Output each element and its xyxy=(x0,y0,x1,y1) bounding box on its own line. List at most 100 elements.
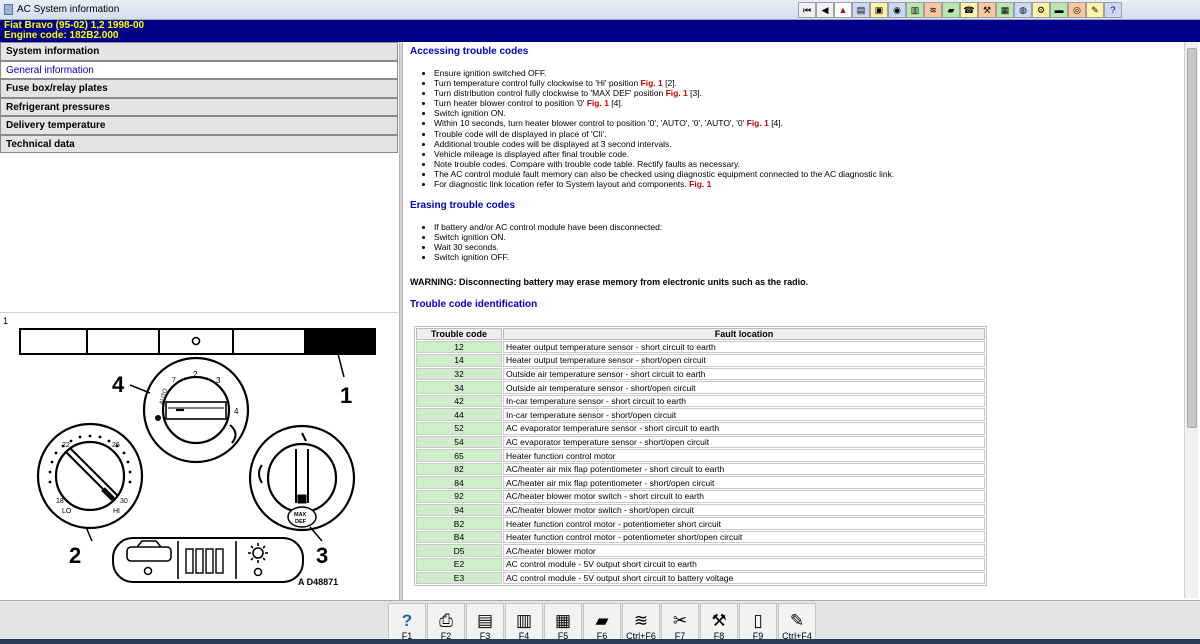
back-icon[interactable]: ◀ xyxy=(816,2,834,18)
erasing-steps-list: If battery and/or AC control module have… xyxy=(434,222,1178,262)
step-text: Within 10 seconds, turn heater blower co… xyxy=(434,118,747,129)
sidebar-item-technical-data[interactable]: Technical data xyxy=(0,134,398,153)
function-key-f1[interactable]: ? F1 xyxy=(388,603,426,643)
function-key-f4[interactable]: ▥ F4 xyxy=(505,603,543,643)
sidebar-item-general-information[interactable]: General information xyxy=(0,60,398,79)
figure-link[interactable]: Fig. 1 xyxy=(587,98,609,108)
phone-icon[interactable]: ☎ xyxy=(960,2,978,18)
trouble-code-cell: 32 xyxy=(416,367,502,381)
step-item: Turn distribution control fully clockwis… xyxy=(434,88,1178,98)
function-key-f6[interactable]: ▰ F6 xyxy=(583,603,621,643)
trouble-code-cell: 94 xyxy=(416,503,502,517)
figure-link[interactable]: Fig. 1 xyxy=(689,179,711,189)
sensor-icon[interactable]: ◍ xyxy=(1014,2,1032,18)
callout-4: 4 xyxy=(112,372,125,397)
panel-splitter[interactable] xyxy=(399,42,403,600)
first-icon[interactable]: ⏮ xyxy=(798,2,816,18)
table-row: E3 AC control module - 5V output short ci… xyxy=(416,571,985,585)
engine-icon[interactable]: ⚙ xyxy=(1032,2,1050,18)
title-bar: AC System information ⏮ ◀ ▲ ▤ ▣ ◉ ▥ ≋ ▰ ☎ ⚒ ▦ ◍ ⚙ ▬ ◎ ✎? xyxy=(0,0,1200,20)
step-item: Note trouble codes. Compare with trouble… xyxy=(434,159,1178,169)
function-key-ctrl-f4[interactable]: ✎ Ctrl+F4 xyxy=(778,603,816,643)
warning-text: WARNING: Disconnecting battery may erase… xyxy=(410,276,809,287)
trouble-code-cell: 14 xyxy=(416,354,502,367)
fault-location-cell: AC control module - 5V output short circ… xyxy=(503,558,985,571)
brake-icon[interactable]: ◎ xyxy=(1068,2,1086,18)
help-icon[interactable]: ? xyxy=(1104,2,1122,18)
table-row: 14 Heater output temperature sensor - sho… xyxy=(416,354,985,367)
fault-location-cell: AC evaporator temperature sensor - short… xyxy=(503,435,985,449)
trouble-code-cell: 42 xyxy=(416,394,502,408)
step-item: Ensure ignition switched OFF. xyxy=(434,68,1178,78)
function-key-ctrl-f6[interactable]: ≋ Ctrl+F6 xyxy=(622,603,660,643)
function-key-f8[interactable]: ⚒ F8 xyxy=(700,603,738,643)
function-key-f5[interactable]: ▦ F5 xyxy=(544,603,582,643)
fault-location-cell: Heater function control motor - potentio… xyxy=(503,517,985,530)
trouble-code-cell: 82 xyxy=(416,462,502,476)
content-scrollbar[interactable] xyxy=(1184,42,1198,598)
warning-icon[interactable]: ▲ xyxy=(834,2,852,18)
step-item: Switch ignition ON. xyxy=(434,232,1178,242)
image-icon[interactable]: ▣ xyxy=(870,2,888,18)
sidebar-item-system-information[interactable]: System information xyxy=(0,42,398,61)
sidebar-item-delivery-temperature[interactable]: Delivery temperature xyxy=(0,116,398,135)
data-icon[interactable]: ▦ xyxy=(996,2,1014,18)
mechanic-icon: ⚒ xyxy=(711,611,727,630)
vehicle-model: Fiat Bravo (95-02) 1,2 1998-00 xyxy=(4,20,145,31)
trouble-code-table: Trouble code Fault location 12 Heater out… xyxy=(414,325,987,587)
step-reference: [3]. xyxy=(687,88,702,99)
step-item: Wait 30 seconds. xyxy=(434,242,1178,252)
step-item: Trouble code will de displayed in place … xyxy=(434,129,1178,139)
book-icon: ▯ xyxy=(753,611,763,630)
sidebar-item-refrigerant-pressures[interactable]: Refrigerant pressures xyxy=(0,97,398,116)
scrollbar-thumb[interactable] xyxy=(1187,48,1197,428)
step-reference: [4]. xyxy=(608,98,624,109)
component-icon[interactable]: ◉ xyxy=(888,2,906,18)
print-list-icon: ▤ xyxy=(476,611,494,630)
function-key-f9[interactable]: ▯ F9 xyxy=(739,603,777,643)
note-icon[interactable]: ✎ xyxy=(1086,2,1104,18)
window-title: AC System information xyxy=(17,4,120,15)
step-item: Vehicle mileage is displayed after final… xyxy=(434,149,1178,159)
svg-text:3: 3 xyxy=(216,376,221,385)
tools-icon[interactable]: ⚒ xyxy=(978,2,996,18)
step-item: Turn heater blower control to position '… xyxy=(434,98,1178,108)
print-icon: ⎙ xyxy=(439,611,453,630)
step-item: If battery and/or AC control module have… xyxy=(434,222,1178,232)
function-key-f2[interactable]: ⎙ F2 xyxy=(427,603,465,643)
step-text: For diagnostic link location refer to Sy… xyxy=(434,179,690,190)
trouble-code-cell: D5 xyxy=(416,544,502,557)
table-header-row: Trouble code Fault location xyxy=(416,327,985,340)
figure-link[interactable]: Fig. 1 xyxy=(747,118,769,128)
fault-location-cell: Heater output temperature sensor - short… xyxy=(503,340,985,354)
table-row: 32 Outside air temperature sensor - short… xyxy=(416,367,985,381)
step-reference: [2]. xyxy=(662,78,677,89)
function-key-f3[interactable]: ▤ F3 xyxy=(466,603,504,643)
function-key-f7[interactable]: ✂ F7 xyxy=(661,603,699,643)
vehicle-icon[interactable]: ▰ xyxy=(942,2,960,18)
sidebar-item-fuse-box[interactable]: Fuse box/relay plates xyxy=(0,79,398,98)
figure-link[interactable]: Fig. 1 xyxy=(641,78,663,88)
figure-link[interactable]: Fig. 1 xyxy=(666,88,688,98)
temperature-dial xyxy=(36,422,144,530)
table-row: B4 Heater function control motor - potent… xyxy=(416,530,985,544)
display-strip xyxy=(19,328,376,355)
trouble-code-cell: 12 xyxy=(416,340,502,354)
callout-3: 3 xyxy=(316,543,328,568)
wiring-icon[interactable]: ≋ xyxy=(924,2,942,18)
step-text: The AC control module fault memory can a… xyxy=(434,168,895,179)
svg-text:22: 22 xyxy=(62,442,70,449)
document-icon[interactable]: ▤ xyxy=(852,2,870,18)
svg-text:7: 7 xyxy=(172,377,176,384)
trouble-code-cell: 92 xyxy=(416,490,502,503)
heading-accessing-trouble-codes: Accessing trouble codes xyxy=(410,46,529,57)
chart-icon[interactable]: ▥ xyxy=(906,2,924,18)
car-icon[interactable]: ▬ xyxy=(1050,2,1068,18)
fault-location-cell: AC evaporator temperature sensor - short… xyxy=(503,422,985,435)
table-row: 65 Heater function control motor xyxy=(416,449,985,462)
fault-location-cell: AC control module - 5V output short circ… xyxy=(503,571,985,585)
step-text: Note trouble codes. Compare with trouble… xyxy=(434,158,740,169)
button-panel xyxy=(112,537,304,583)
fault-location-cell: Heater function control motor xyxy=(503,449,985,462)
trouble-code-cell: 34 xyxy=(416,381,502,394)
